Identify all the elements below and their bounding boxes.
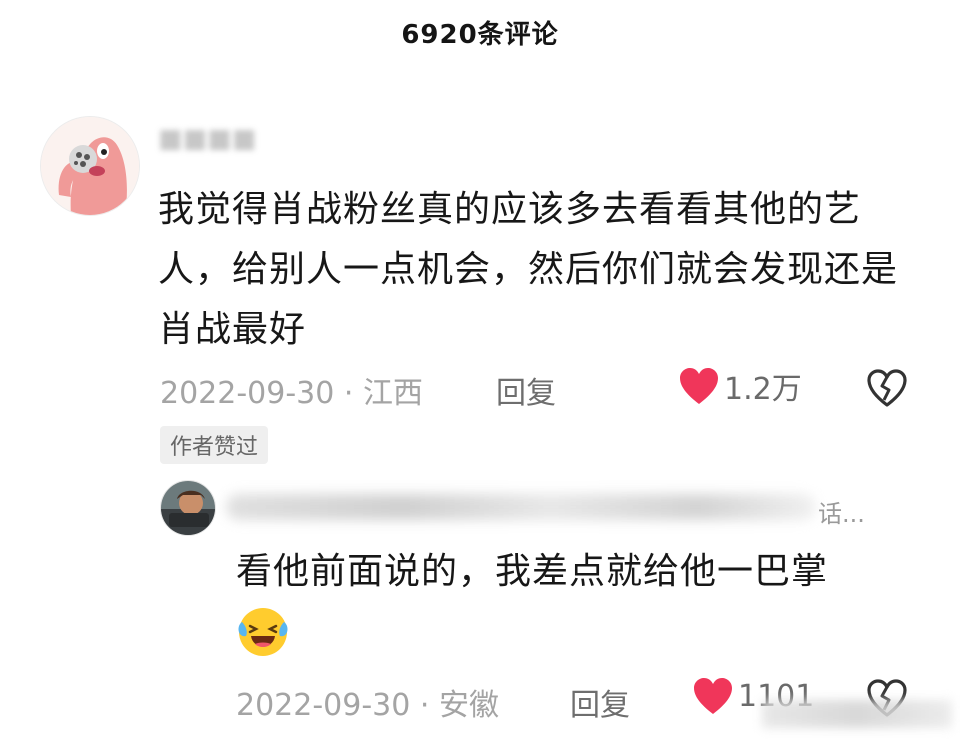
reply-avatar[interactable]	[160, 480, 216, 536]
reply-avatar-image	[161, 481, 215, 535]
reply-button[interactable]: 回复	[496, 368, 556, 412]
laughing-crying-emoji-icon	[238, 608, 288, 656]
comment-date-location: 2022-09-30 · 江西	[160, 376, 423, 411]
broken-heart-icon	[867, 369, 907, 407]
heart-filled-icon	[680, 368, 718, 404]
comment-text: 我觉得肖战粉丝真的应该多去看看其他的艺人，给别人一点机会，然后你们就会发现还是肖…	[158, 189, 899, 350]
reply-reply-button[interactable]: 回复	[570, 680, 630, 724]
heart-filled-icon	[694, 678, 732, 714]
comment-count-title: 6920条评论	[401, 20, 559, 50]
watermark-blurred	[762, 700, 952, 728]
like-button[interactable]: 1.2万	[678, 364, 802, 408]
dislike-button[interactable]	[866, 368, 908, 412]
like-count: 1.2万	[724, 372, 802, 407]
avatar-image	[41, 117, 139, 215]
comment-username-blurred[interactable]: ■■■■	[158, 124, 256, 154]
avatar[interactable]	[40, 116, 140, 216]
reply-username-blurred[interactable]	[226, 494, 816, 520]
reply-date-location: 2022-09-30 · 安徽	[236, 688, 499, 723]
reply-username-tail: 话...	[818, 500, 865, 528]
author-liked-badge: 作者赞过	[160, 426, 269, 464]
reply-text: 看他前面说的，我差点就给他一巴掌	[236, 551, 829, 592]
